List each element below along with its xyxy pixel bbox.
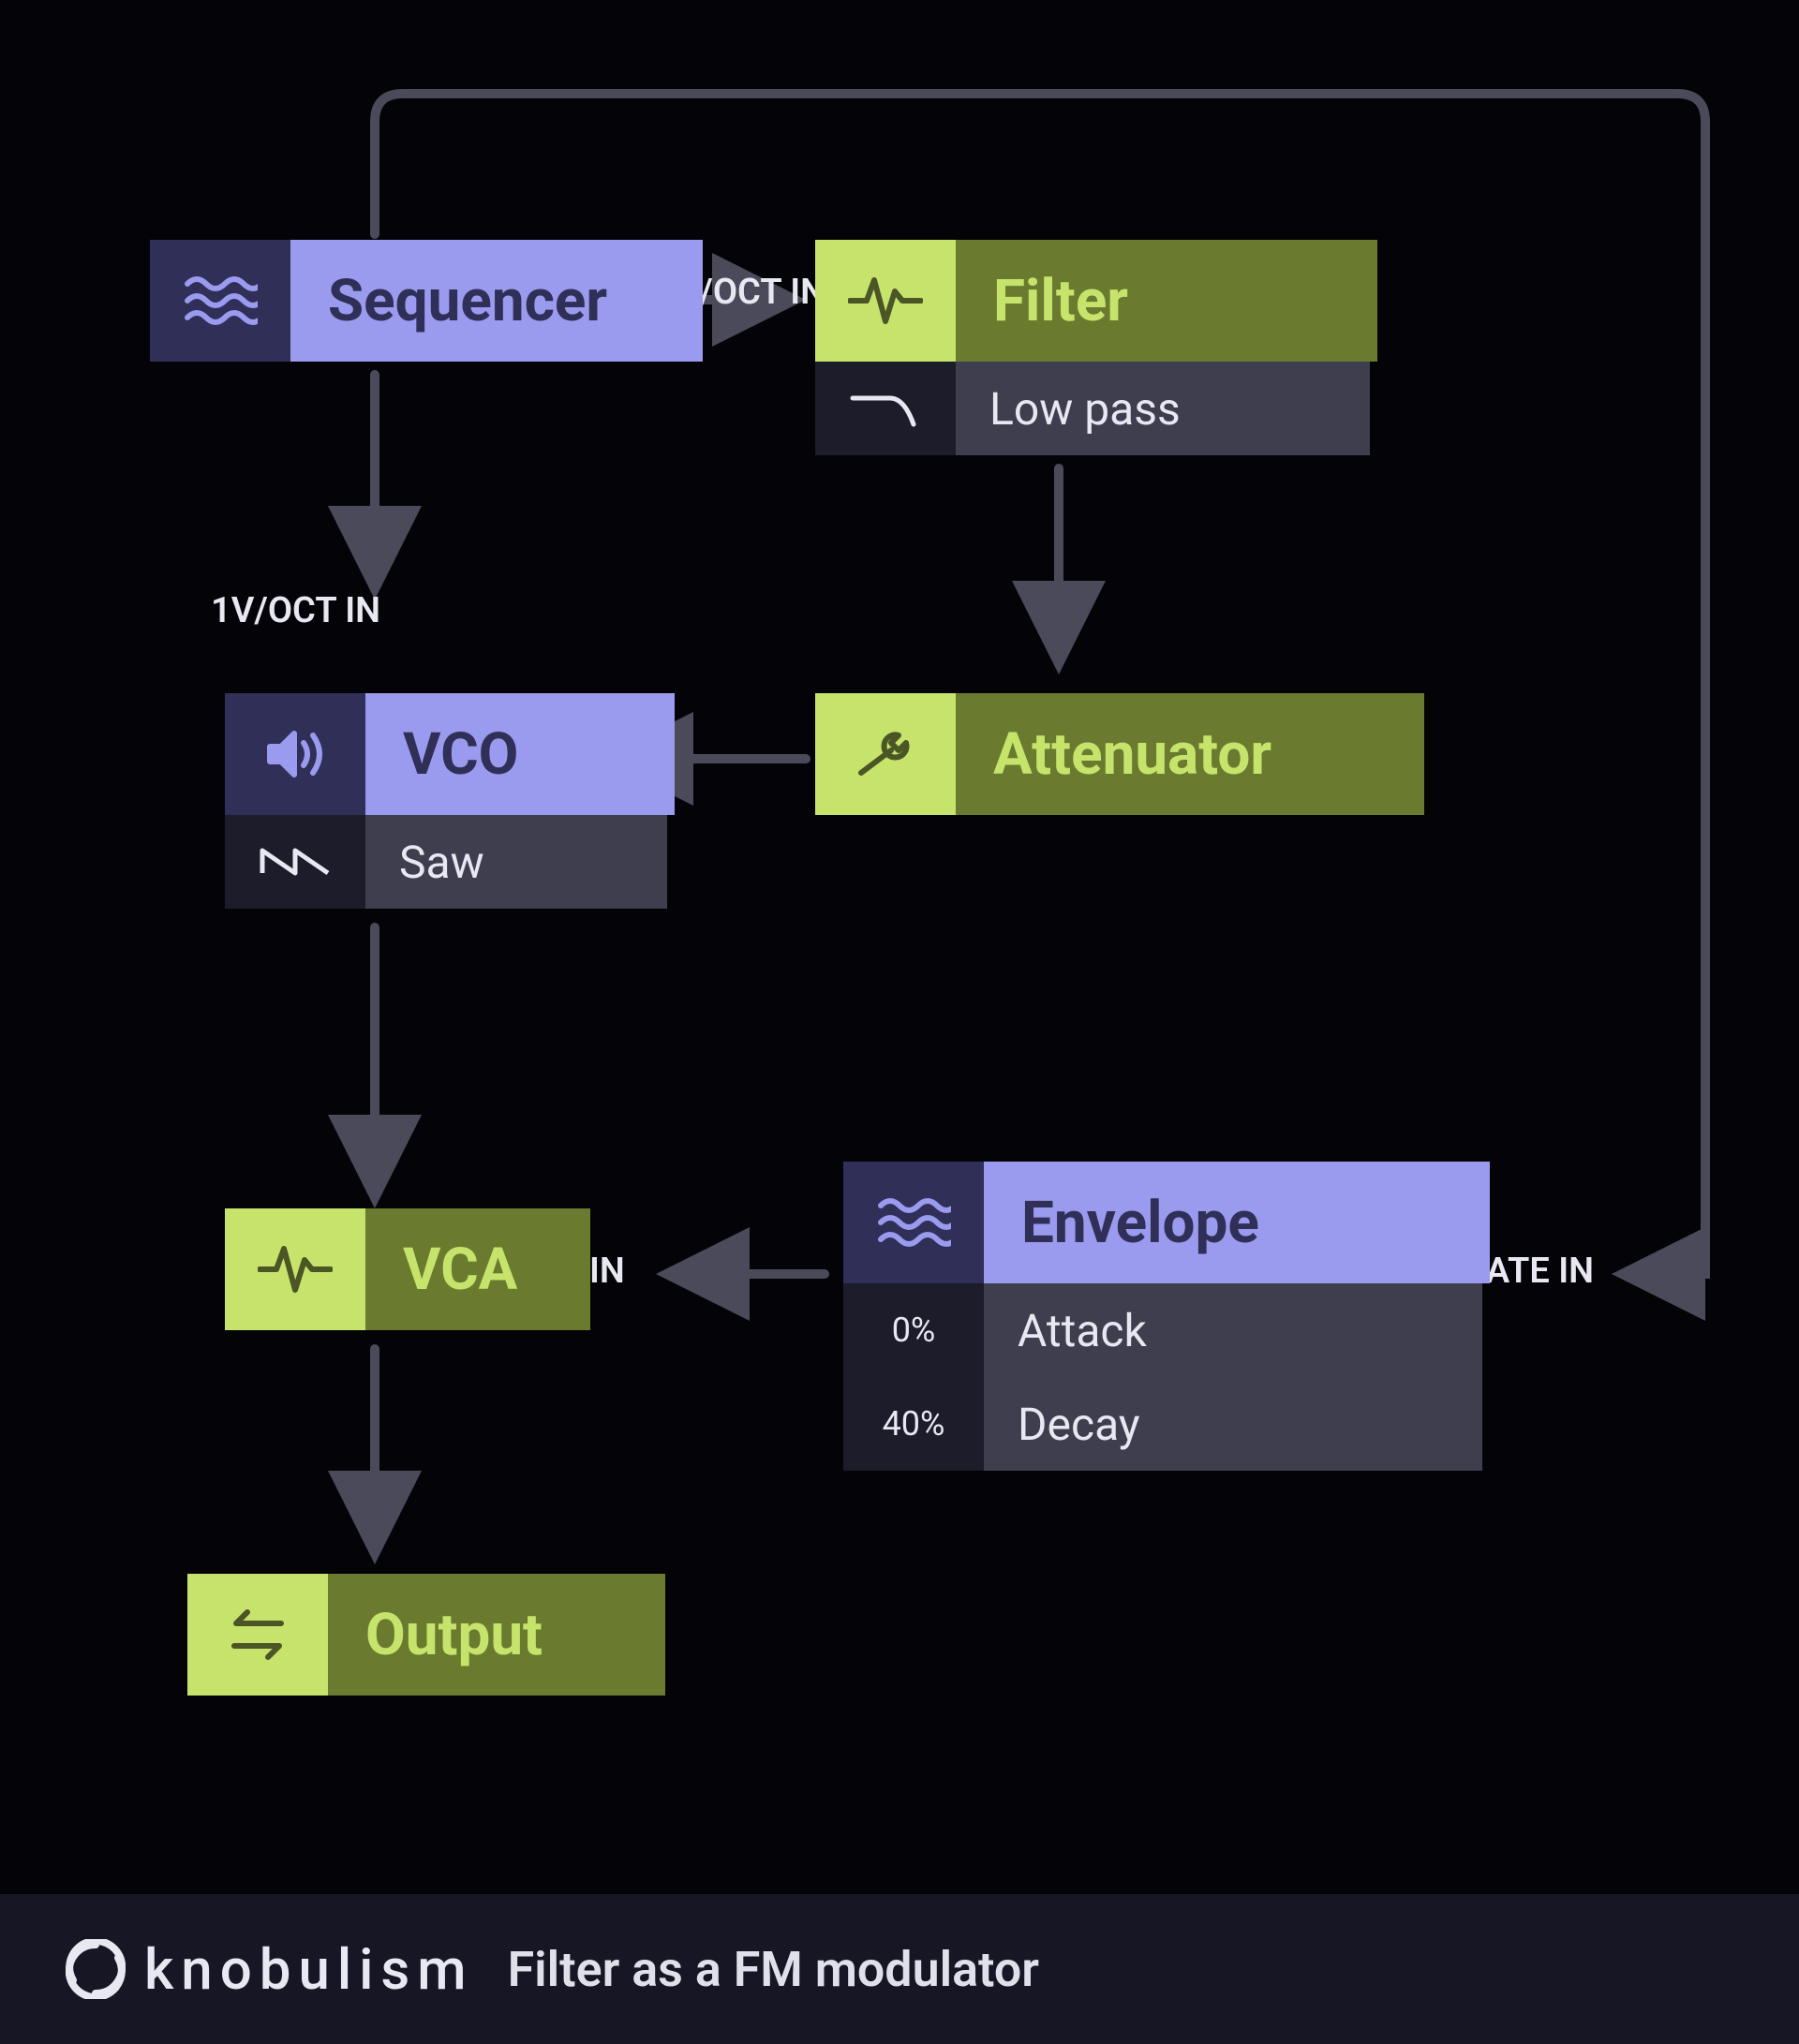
param-name: Attack [984,1283,1482,1377]
module-filter: Filter Low pass [815,240,1377,455]
brand-name: knobulism [144,1936,474,2003]
module-sub-label: Low pass [956,362,1370,455]
footer-caption: Filter as a FM modulator [508,1941,1039,1998]
waves-icon [843,1162,984,1283]
module-sequencer: Sequencer [150,240,703,362]
module-label: VCA [365,1208,590,1330]
module-label: Attenuator [956,693,1424,815]
swap-icon [187,1574,328,1696]
pulse-icon [815,240,956,362]
module-label: Envelope [984,1162,1490,1283]
wrench-icon [815,693,956,815]
module-vca: VCA [225,1208,590,1330]
saw-icon [225,815,365,909]
module-label: VCO [365,693,675,815]
param-value: 0% [843,1283,984,1377]
param-name: Decay [984,1377,1482,1471]
brand: knobulism [66,1936,474,2003]
param-value: 40% [843,1377,984,1471]
module-label: Output [328,1574,665,1696]
diagram-canvas: 1V/OCT IN 1V/OCT IN CV IN GATE IN Sequen… [0,0,1799,2044]
edge-label-seq-vco: 1V/OCT IN [211,590,380,631]
module-vco: VCO Saw [225,693,675,909]
module-sub-label: Saw [365,815,667,909]
module-attenuator: Attenuator [815,693,1424,815]
module-label: Sequencer [290,240,703,362]
pulse-icon [225,1208,365,1330]
module-output: Output [187,1574,665,1696]
module-envelope: Envelope 0% Attack 40% Decay [843,1162,1490,1471]
lowpass-icon [815,362,956,455]
waves-icon [150,240,290,362]
speaker-icon [225,693,365,815]
footer-bar: knobulism Filter as a FM modulator [0,1894,1799,2044]
brand-logo-icon [66,1939,126,1999]
module-label: Filter [956,240,1377,362]
